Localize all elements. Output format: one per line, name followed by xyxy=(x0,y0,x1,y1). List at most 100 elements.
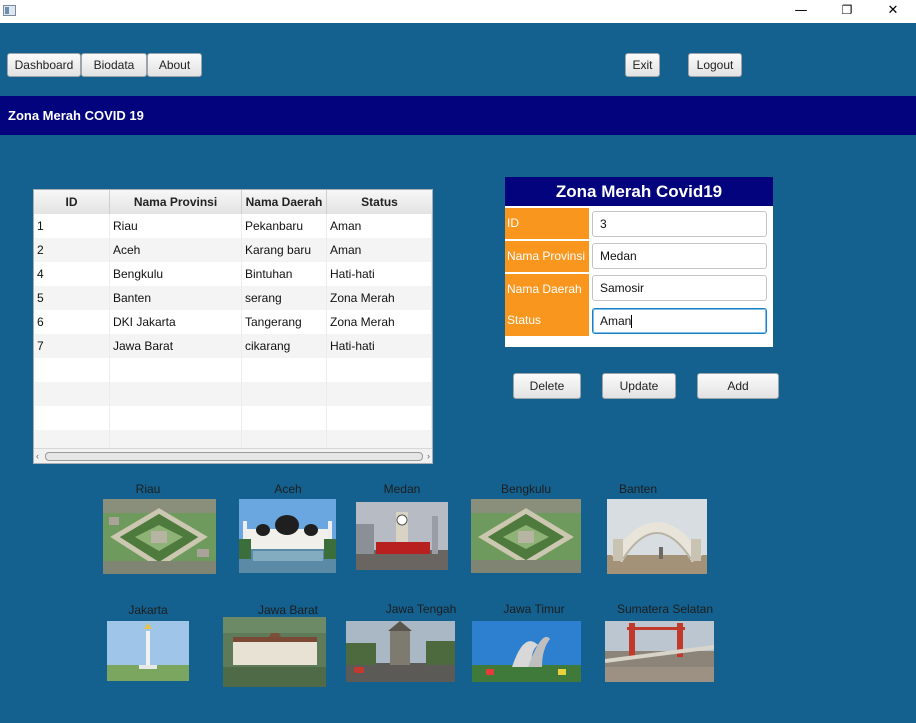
caption-aceh: Aceh xyxy=(274,482,302,496)
close-button[interactable]: ✕ xyxy=(870,0,916,23)
clock-tower-photo xyxy=(356,502,448,570)
text-caret xyxy=(631,315,633,329)
city-gate-photo xyxy=(346,621,455,682)
provinsi-label: Nama Provinsi xyxy=(505,241,589,272)
table-cell: serang xyxy=(242,286,327,310)
table-cell: 1 xyxy=(34,214,110,238)
id-field[interactable]: 3 xyxy=(592,211,767,237)
entry-form: Zona Merah Covid19 ID 3 Nama Provinsi Me… xyxy=(505,177,773,347)
table-cell xyxy=(110,406,242,430)
jakarta-image xyxy=(107,621,189,681)
table-row[interactable]: 4 Bengkulu Bintuhan Hati-hati xyxy=(34,262,432,286)
caption-jawa-timur: Jawa Timur xyxy=(503,602,565,616)
table-cell xyxy=(242,358,327,382)
table-row[interactable] xyxy=(34,406,432,430)
medan-image xyxy=(356,502,448,570)
table-cell xyxy=(327,382,432,406)
table-cell: 7 xyxy=(34,334,110,358)
table-row[interactable]: 6 DKI Jakarta Tangerang Zona Merah xyxy=(34,310,432,334)
caption-riau: Riau xyxy=(135,482,161,496)
table-cell: 2 xyxy=(34,238,110,262)
table-cell xyxy=(34,358,110,382)
banten-image xyxy=(607,499,707,574)
table-row[interactable]: 5 Banten serang Zona Merah xyxy=(34,286,432,310)
table-header: ID Nama Provinsi Nama Daerah Status xyxy=(34,190,432,215)
jawa-barat-image xyxy=(223,617,326,687)
shark-crocodile-statue-photo xyxy=(472,621,581,682)
table-cell: Hati-hati xyxy=(327,262,432,286)
table-cell xyxy=(327,406,432,430)
maximize-button[interactable]: ❐ xyxy=(824,0,870,23)
exit-button[interactable]: Exit xyxy=(625,53,660,77)
provinsi-field[interactable]: Medan xyxy=(592,243,767,269)
table-cell: Pekanbaru xyxy=(242,214,327,238)
dashboard-button[interactable]: Dashboard xyxy=(7,53,81,77)
table-row[interactable] xyxy=(34,382,432,406)
status-label: Status xyxy=(505,305,589,336)
caption-jawa-barat: Jawa Barat xyxy=(257,603,319,617)
monument-photo xyxy=(107,621,189,681)
scrollbar-thumb[interactable] xyxy=(45,452,423,461)
app-icon xyxy=(3,5,16,16)
about-button[interactable]: About xyxy=(147,53,202,77)
table-row[interactable]: 7 Jawa Barat cikarang Hati-hati xyxy=(34,334,432,358)
column-header-provinsi[interactable]: Nama Provinsi xyxy=(110,190,242,214)
delete-button[interactable]: Delete xyxy=(513,373,581,399)
jawa-tengah-image xyxy=(346,621,455,682)
update-button[interactable]: Update xyxy=(602,373,676,399)
table-cell: 4 xyxy=(34,262,110,286)
data-table[interactable]: ID Nama Provinsi Nama Daerah Status 1 Ria… xyxy=(33,189,433,464)
table-cell: Tangerang xyxy=(242,310,327,334)
fortress-aerial-photo xyxy=(471,499,581,573)
table-cell xyxy=(110,382,242,406)
aceh-image xyxy=(239,499,336,573)
scroll-left-icon[interactable]: ‹ xyxy=(36,449,39,463)
table-row[interactable]: 1 Riau Pekanbaru Aman xyxy=(34,214,432,238)
status-field[interactable]: Aman xyxy=(592,308,767,334)
table-cell: Aman xyxy=(327,214,432,238)
column-header-status[interactable]: Status xyxy=(327,190,432,214)
form-title: Zona Merah Covid19 xyxy=(505,177,773,206)
scroll-right-icon[interactable]: › xyxy=(427,449,430,463)
mosque-photo xyxy=(239,499,336,573)
table-cell: Bintuhan xyxy=(242,262,327,286)
header-bar: Zona Merah COVID 19 xyxy=(0,96,916,135)
status-value: Aman xyxy=(600,314,632,328)
daerah-field[interactable]: Samosir xyxy=(592,275,767,301)
column-header-daerah[interactable]: Nama Daerah xyxy=(242,190,327,214)
minimize-button[interactable]: — xyxy=(778,0,824,23)
table-cell: 5 xyxy=(34,286,110,310)
biodata-button[interactable]: Biodata xyxy=(81,53,147,77)
table-cell xyxy=(327,358,432,382)
column-header-id[interactable]: ID xyxy=(34,190,110,214)
bridge-photo xyxy=(605,621,714,682)
table-cell: Banten xyxy=(110,286,242,310)
table-cell: DKI Jakarta xyxy=(110,310,242,334)
table-cell xyxy=(110,358,242,382)
table-cell: Aman xyxy=(327,238,432,262)
caption-jawa-tengah: Jawa Tengah xyxy=(385,602,457,616)
table-cell: Karang baru xyxy=(242,238,327,262)
table-cell: Hati-hati xyxy=(327,334,432,358)
table-cell: Jawa Barat xyxy=(110,334,242,358)
fortress-aerial-photo xyxy=(103,499,216,574)
table-cell xyxy=(34,406,110,430)
jawa-timur-image xyxy=(472,621,581,682)
horizontal-scrollbar[interactable]: ‹ › xyxy=(34,448,432,463)
table-row[interactable] xyxy=(34,358,432,382)
table-row[interactable]: 2 Aceh Karang baru Aman xyxy=(34,238,432,262)
window-titlebar: — ❐ ✕ xyxy=(0,0,916,23)
sumatera-selatan-image xyxy=(605,621,714,682)
table-cell: cikarang xyxy=(242,334,327,358)
table-cell: Zona Merah xyxy=(327,310,432,334)
id-label: ID xyxy=(505,208,589,239)
caption-banten: Banten xyxy=(618,482,658,496)
caption-jakarta: Jakarta xyxy=(128,603,168,617)
table-cell: Aceh xyxy=(110,238,242,262)
riau-image xyxy=(103,499,216,574)
table-cell: Riau xyxy=(110,214,242,238)
logout-button[interactable]: Logout xyxy=(688,53,742,77)
add-button[interactable]: Add xyxy=(697,373,779,399)
table-cell: Zona Merah xyxy=(327,286,432,310)
table-cell xyxy=(34,382,110,406)
